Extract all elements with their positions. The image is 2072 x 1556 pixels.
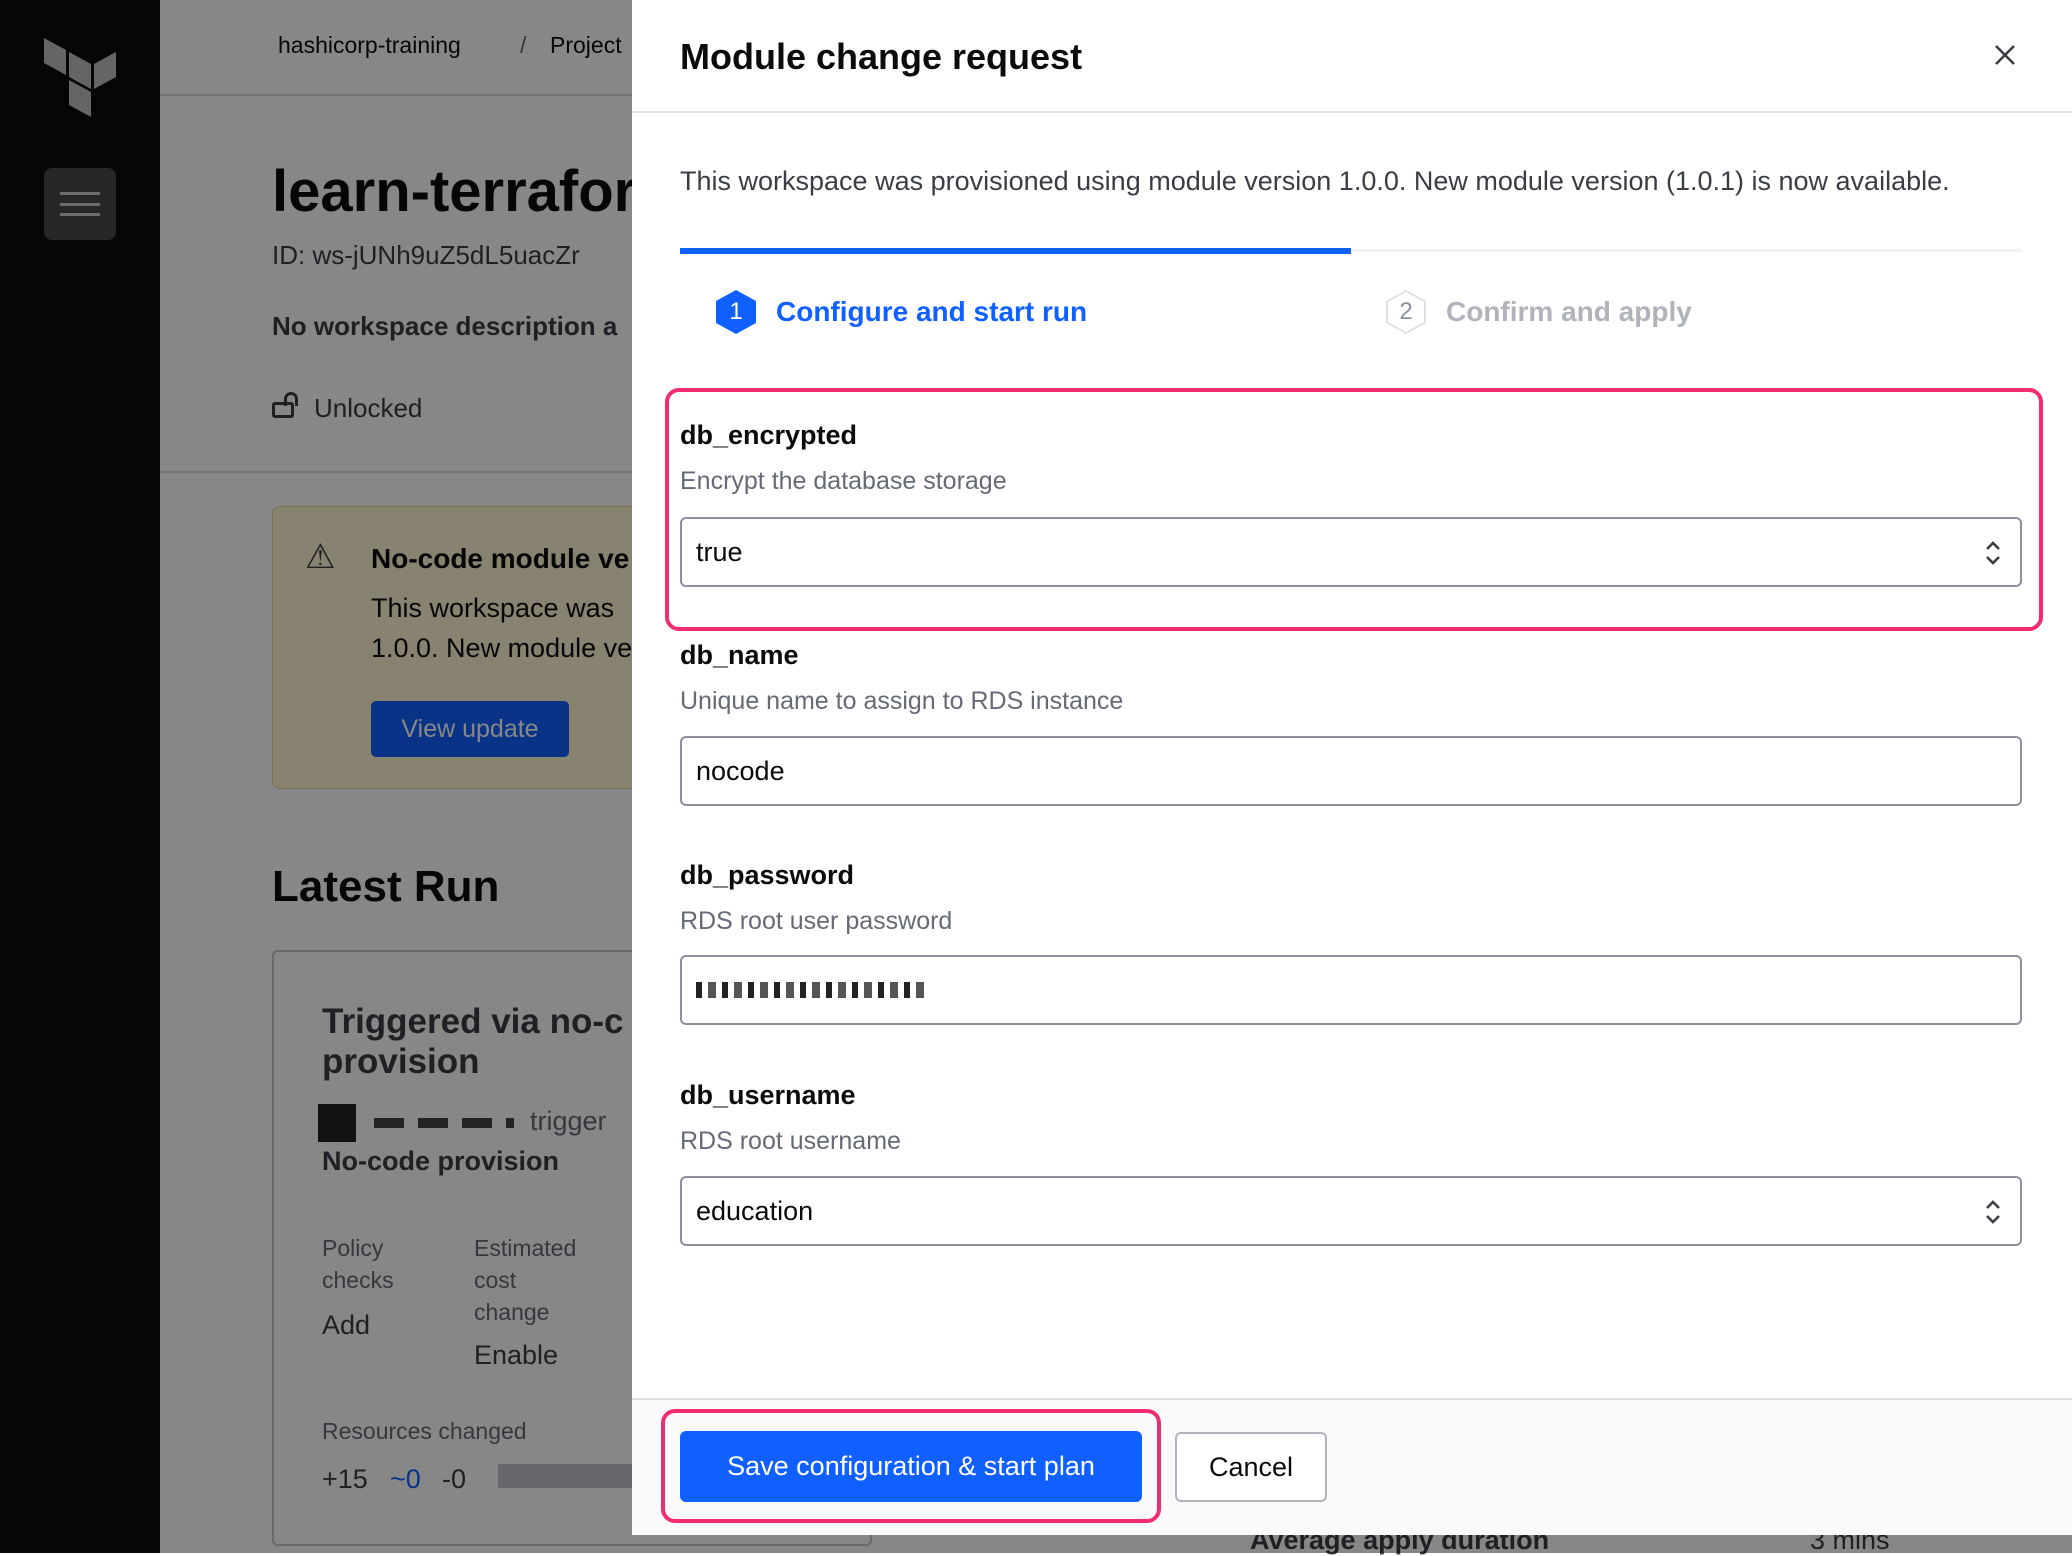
db-password-description: RDS root user password [680,907,953,935]
db-encrypted-description: Encrypt the database storage [680,467,1007,495]
module-change-request-panel: Module change request This workspace was… [632,0,2072,1535]
modal-intro: This workspace was provisioned using mod… [680,166,1950,196]
chevron-up-down-icon [1986,1200,2000,1224]
db-username-description: RDS root username [680,1127,901,1155]
step-1-label: Configure and start run [776,296,1088,327]
db-username-label: db_username [680,1080,856,1110]
db-name-description: Unique name to assign to RDS instance [680,687,1124,715]
db-name-label: db_name [680,640,799,670]
close-icon[interactable] [1994,44,2016,66]
db-password-input[interactable] [680,955,2022,1025]
step-2[interactable]: 2 Confirm and apply [1386,290,1692,334]
modal-title: Module change request [680,36,1083,77]
db-name-input[interactable]: nocode [680,736,2022,806]
db-username-select[interactable]: education [680,1176,2022,1246]
save-configuration-button[interactable]: Save configuration & start plan [680,1431,1142,1502]
chevron-up-down-icon [1986,541,2000,565]
db-encrypted-label: db_encrypted [680,420,858,450]
step-1-badge: 1 [716,290,756,334]
db-encrypted-select[interactable]: true [680,517,2022,587]
step-progress-fill [680,248,1351,254]
db-password-label: db_password [680,860,855,890]
cancel-button[interactable]: Cancel [1175,1432,1327,1502]
step-progress-track [680,248,2022,254]
step-2-label: Confirm and apply [1446,296,1692,327]
highlight-db-encrypted [665,388,2043,631]
redacted-password [696,982,928,998]
step-2-badge: 2 [1386,290,1426,334]
step-1[interactable]: 1 Configure and start run [716,290,1087,334]
